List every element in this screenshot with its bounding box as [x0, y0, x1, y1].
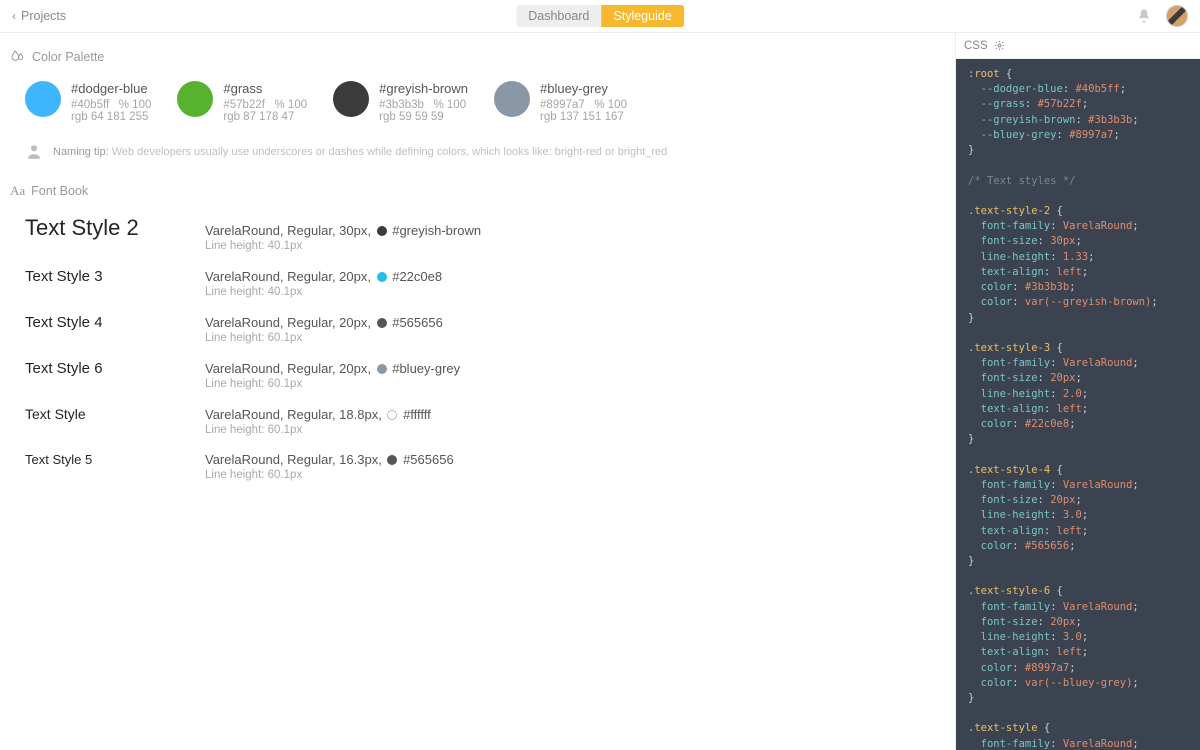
color-palette-list: #dodger-blue#40b5ff % 100rgb 64 181 255#…	[25, 81, 945, 123]
text-style-sample: Text Style 3	[25, 268, 205, 285]
tip-text: Web developers usually use underscores o…	[112, 146, 668, 158]
text-style-row[interactable]: Text Style 2VarelaRound, Regular, 30px, …	[25, 215, 945, 252]
text-style-color-label: #565656	[403, 452, 454, 467]
text-style-row[interactable]: Text StyleVarelaRound, Regular, 18.8px, …	[25, 406, 945, 436]
color-swatch[interactable]: #bluey-grey #8997a7 % 100rgb 137 151 167	[494, 81, 627, 123]
text-style-lineheight: Line height: 60.1px	[205, 424, 431, 436]
topbar: ‹ Projects Dashboard Styleguide	[0, 0, 1200, 33]
view-switcher: Dashboard Styleguide	[516, 5, 684, 27]
tab-dashboard[interactable]: Dashboard	[516, 5, 601, 27]
text-style-lineheight: Line height: 60.1px	[205, 378, 460, 390]
naming-tip: Naming tip: Web developers usually use u…	[25, 143, 945, 161]
tab-styleguide[interactable]: Styleguide	[601, 5, 683, 27]
color-swatch[interactable]: #dodger-blue #40b5ff % 100rgb 64 181 255	[25, 81, 151, 123]
text-style-color-label: #565656	[392, 315, 443, 330]
swatch-hex: #57b22f % 100	[223, 99, 307, 111]
text-style-color-dot	[377, 364, 387, 374]
text-style-color-dot	[377, 318, 387, 328]
back-label: Projects	[21, 9, 66, 23]
fontbook-title: Font Book	[31, 184, 88, 198]
panel-header: CSS	[956, 33, 1200, 59]
swatch-circle	[25, 81, 61, 117]
text-style-sample: Text Style 4	[25, 314, 205, 331]
swatch-rgb: rgb 87 178 47	[223, 111, 307, 123]
chevron-left-icon: ‹	[12, 9, 16, 23]
text-style-meta: VarelaRound, Regular, 20px, #565656Line …	[205, 315, 443, 344]
text-style-row[interactable]: Text Style 4VarelaRound, Regular, 20px, …	[25, 314, 945, 344]
css-code-output[interactable]: :root { --dodger-blue: #40b5ff; --grass:…	[956, 59, 1200, 750]
swatch-name: #dodger-blue	[71, 81, 151, 96]
styleguide-content: Color Palette #dodger-blue#40b5ff % 100r…	[0, 33, 955, 750]
text-style-sample: Text Style 2	[25, 215, 205, 241]
tip-label: Naming tip:	[53, 146, 109, 158]
fontbook-section-header: Aa Font Book	[10, 183, 945, 199]
text-style-meta: VarelaRound, Regular, 20px, #bluey-greyL…	[205, 361, 460, 390]
text-style-color-dot	[387, 455, 397, 465]
swatch-hex: #3b3b3b % 100	[379, 99, 468, 111]
text-style-sample: Text Style 6	[25, 360, 205, 377]
text-style-meta: VarelaRound, Regular, 18.8px, #ffffffLin…	[205, 407, 431, 436]
swatch-rgb: rgb 59 59 59	[379, 111, 468, 123]
text-style-row[interactable]: Text Style 6VarelaRound, Regular, 20px, …	[25, 360, 945, 390]
palette-section-header: Color Palette	[10, 49, 945, 65]
text-style-meta: VarelaRound, Regular, 20px, #22c0e8Line …	[205, 269, 442, 298]
text-style-color-label: #ffffff	[403, 407, 431, 422]
color-swatch[interactable]: #greyish-brown #3b3b3b % 100rgb 59 59 59	[333, 81, 468, 123]
back-to-projects-link[interactable]: ‹ Projects	[12, 9, 66, 23]
swatch-circle	[333, 81, 369, 117]
swatch-name: #bluey-grey	[540, 81, 627, 96]
text-style-sample: Text Style	[25, 406, 205, 422]
text-style-meta: VarelaRound, Regular, 16.3px, #565656Lin…	[205, 452, 454, 481]
swatch-hex: #40b5ff % 100	[71, 99, 151, 111]
text-style-sample: Text Style 5	[25, 452, 205, 467]
css-export-panel: CSS :root { --dodger-blue: #40b5ff; --gr…	[955, 33, 1200, 750]
gear-icon[interactable]	[994, 40, 1005, 51]
text-style-lineheight: Line height: 40.1px	[205, 240, 481, 252]
text-style-lineheight: Line height: 60.1px	[205, 332, 443, 344]
panel-lang-label[interactable]: CSS	[964, 40, 988, 52]
text-style-color-label: #bluey-grey	[392, 361, 460, 376]
text-style-color-label: #22c0e8	[392, 269, 442, 284]
typography-icon: Aa	[10, 183, 25, 199]
text-style-list: Text Style 2VarelaRound, Regular, 30px, …	[10, 215, 945, 481]
swatch-name: #greyish-brown	[379, 81, 468, 96]
swatch-circle	[177, 81, 213, 117]
text-style-color-dot	[377, 272, 387, 282]
swatch-rgb: rgb 64 181 255	[71, 111, 151, 123]
color-swatch[interactable]: #grass #57b22f % 100rgb 87 178 47	[177, 81, 307, 123]
palette-title: Color Palette	[32, 50, 104, 64]
text-style-row[interactable]: Text Style 5VarelaRound, Regular, 16.3px…	[25, 452, 945, 481]
text-style-lineheight: Line height: 40.1px	[205, 286, 442, 298]
text-style-lineheight: Line height: 60.1px	[205, 469, 454, 481]
swatch-rgb: rgb 137 151 167	[540, 111, 627, 123]
swatch-hex: #8997a7 % 100	[540, 99, 627, 111]
user-avatar[interactable]	[1166, 5, 1188, 27]
tip-person-icon	[25, 143, 43, 161]
swatch-name: #grass	[223, 81, 307, 96]
text-style-row[interactable]: Text Style 3VarelaRound, Regular, 20px, …	[25, 268, 945, 298]
text-style-color-label: #greyish-brown	[392, 223, 481, 238]
text-style-meta: VarelaRound, Regular, 30px, #greyish-bro…	[205, 223, 481, 252]
text-style-color-dot	[387, 410, 397, 420]
swatch-circle	[494, 81, 530, 117]
text-style-color-dot	[377, 226, 387, 236]
droplets-icon	[10, 49, 26, 65]
notifications-icon[interactable]	[1136, 8, 1152, 24]
